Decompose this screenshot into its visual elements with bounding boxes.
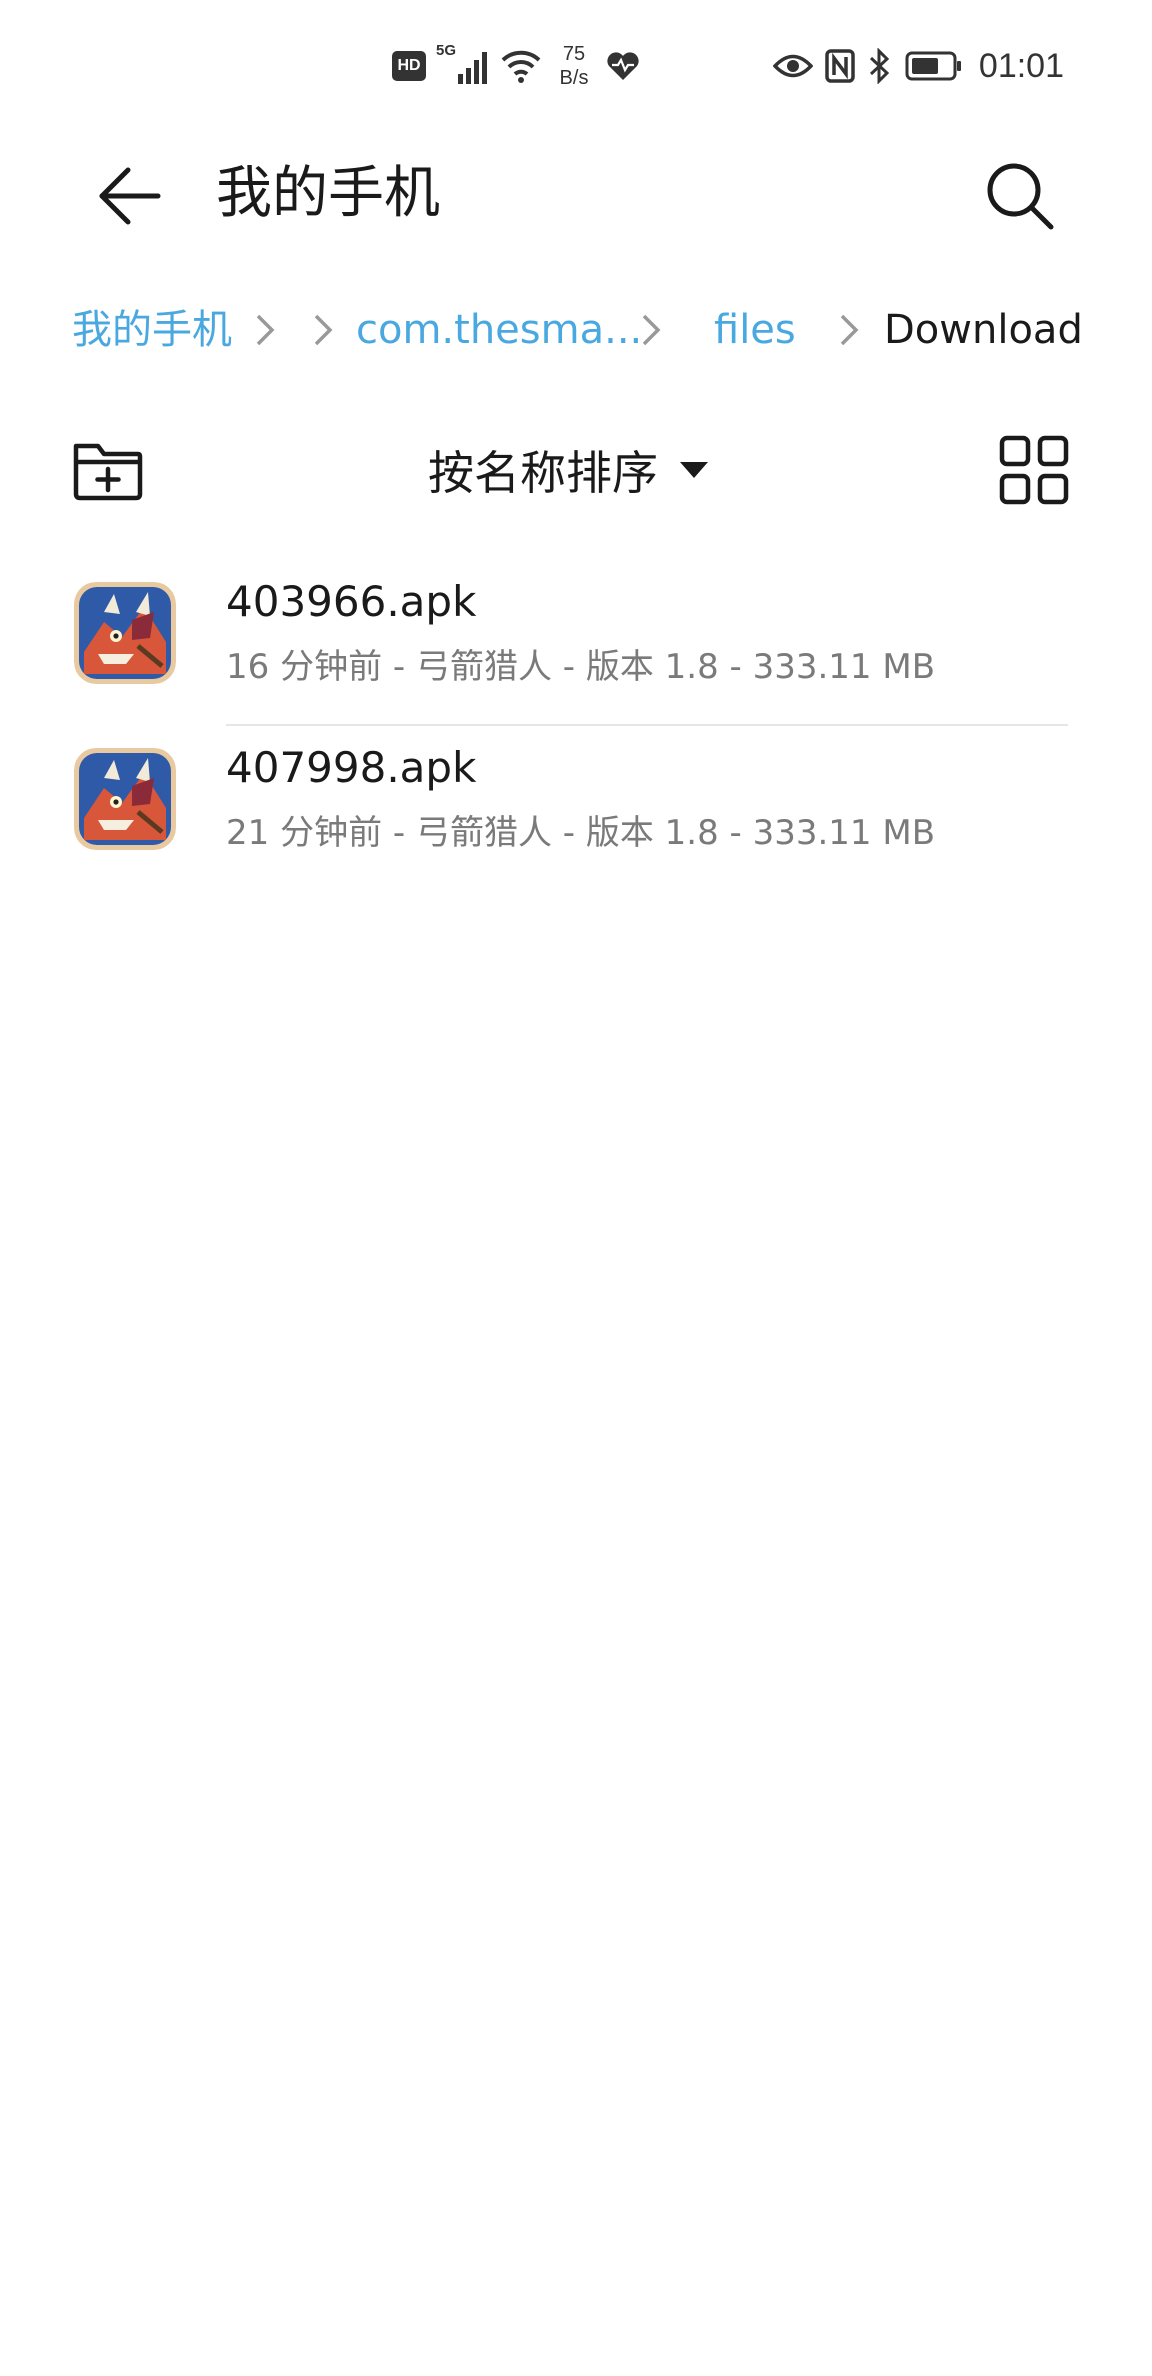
- apk-app-icon: [74, 748, 176, 850]
- eye-comfort-icon: [772, 54, 813, 78]
- status-bar-right: 01:01: [772, 36, 1064, 96]
- hd-voice-icon: HD: [392, 51, 426, 81]
- file-name: 407998.apk: [226, 743, 477, 792]
- back-button[interactable]: [92, 158, 168, 234]
- sort-dropdown[interactable]: 按名称排序: [428, 420, 708, 520]
- file-row[interactable]: 407998.apk 21 分钟前 - 弓箭猎人 - 版本 1.8 - 333.…: [0, 726, 1152, 892]
- status-bar: HD 5G 75 B/s 01:01: [0, 0, 1152, 132]
- sort-label: 按名称排序: [428, 446, 658, 500]
- apk-app-icon: [74, 582, 176, 684]
- breadcrumb: 我的手机 com.thesma... files Download: [72, 290, 1083, 370]
- status-bar-time: 01:01: [978, 46, 1064, 85]
- new-folder-icon: [73, 443, 143, 501]
- breadcrumb-item-download[interactable]: Download: [884, 290, 1083, 370]
- breadcrumb-item-files[interactable]: files: [714, 290, 796, 370]
- file-meta: 16 分钟前 - 弓箭猎人 - 版本 1.8 - 333.11 MB: [226, 647, 936, 687]
- grid-view-icon: [999, 435, 1069, 505]
- file-name: 403966.apk: [226, 577, 477, 626]
- file-list: 403966.apk 16 分钟前 - 弓箭猎人 - 版本 1.8 - 333.…: [0, 560, 1152, 892]
- wifi-icon: [501, 50, 541, 83]
- breadcrumb-item-my-phone[interactable]: 我的手机: [72, 290, 232, 370]
- chevron-right-icon: [840, 314, 859, 346]
- chevron-right-icon: [314, 314, 333, 346]
- breadcrumb-item-package[interactable]: com.thesma...: [356, 290, 642, 370]
- network-speed-unit: B/s: [559, 67, 589, 89]
- file-meta: 21 分钟前 - 弓箭猎人 - 版本 1.8 - 333.11 MB: [226, 813, 936, 853]
- caret-down-icon: [680, 462, 708, 478]
- chevron-right-icon: [642, 314, 661, 346]
- arrow-left-icon: [99, 167, 161, 225]
- search-button[interactable]: [978, 154, 1062, 238]
- battery-icon: [905, 51, 961, 81]
- bluetooth-icon: [869, 48, 890, 84]
- search-icon: [987, 163, 1054, 230]
- nfc-icon: [825, 49, 855, 83]
- grid-view-button[interactable]: [998, 434, 1070, 506]
- new-folder-button[interactable]: [70, 432, 146, 508]
- page-title: 我的手机: [216, 161, 440, 226]
- health-heart-icon: [607, 52, 639, 80]
- status-bar-left: HD 5G 75 B/s: [392, 36, 640, 96]
- file-row[interactable]: 403966.apk 16 分钟前 - 弓箭猎人 - 版本 1.8 - 333.…: [0, 560, 1152, 726]
- app-header: 我的手机: [0, 140, 1152, 250]
- chevron-right-icon: [256, 314, 275, 346]
- toolbar: 按名称排序: [0, 420, 1152, 520]
- network-speed-value: 75: [562, 43, 586, 65]
- network-speed: 75 B/s: [552, 42, 596, 90]
- cellular-signal-icon: 5G: [436, 42, 490, 88]
